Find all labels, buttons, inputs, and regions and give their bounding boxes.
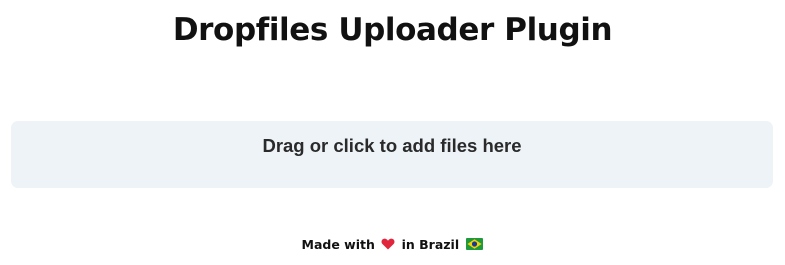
file-dropzone[interactable]: Drag or click to add files here [11, 121, 773, 188]
heart-icon [381, 238, 395, 250]
footer-prefix: Made with [301, 237, 375, 252]
brazil-flag-icon [466, 238, 484, 250]
page-title: Dropfiles Uploader Plugin [172, 12, 613, 48]
dropzone-label: Drag or click to add files here [262, 135, 522, 156]
footer-credit: Made with in Brazil [0, 236, 785, 254]
footer-middle: in Brazil [401, 237, 460, 252]
